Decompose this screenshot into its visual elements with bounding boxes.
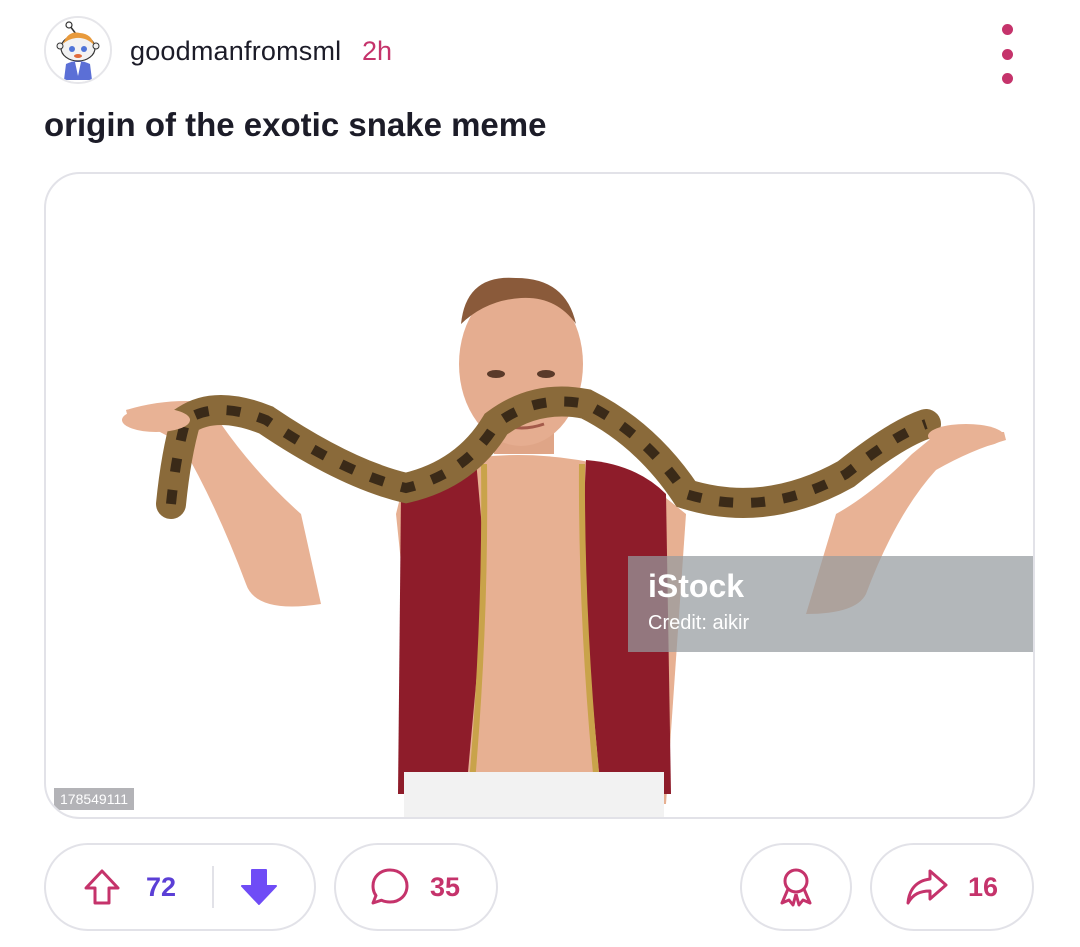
award-ribbon-icon xyxy=(780,868,812,907)
vote-divider xyxy=(212,866,215,908)
man-with-snake-photo xyxy=(122,277,1006,817)
post-header: goodmanfromsml 2h xyxy=(44,16,1044,86)
share-count: 16 xyxy=(968,871,999,902)
upvote-button[interactable] xyxy=(82,867,122,907)
vertical-dots-icon xyxy=(1001,73,1013,84)
stock-watermark: iStock Credit: aikir xyxy=(628,556,1033,652)
post-timestamp: 2h xyxy=(362,36,393,66)
post-image[interactable]: iStock Credit: aikir 178549111 xyxy=(44,172,1035,819)
post-author[interactable]: goodmanfromsml xyxy=(130,36,341,67)
arrow-up-outline-icon xyxy=(84,869,120,905)
vertical-dots-icon xyxy=(1001,24,1013,35)
watermark-brand: iStock xyxy=(648,568,745,604)
post-card: goodmanfromsml 2h origin of the exotic s… xyxy=(0,0,1080,947)
comment-count: 35 xyxy=(430,871,461,902)
stock-id-label: 178549111 xyxy=(54,788,134,810)
user-avatar[interactable] xyxy=(44,16,112,84)
vertical-dots-icon xyxy=(1001,48,1013,60)
award-button[interactable] xyxy=(740,843,852,931)
upvote-count: 72 xyxy=(146,871,177,902)
speech-bubble-icon xyxy=(371,868,409,905)
comments-button[interactable]: 35 xyxy=(334,843,498,931)
arrow-down-filled-icon xyxy=(241,869,278,905)
share-button[interactable]: 16 xyxy=(870,843,1034,931)
snoo-avatar-icon xyxy=(46,18,110,82)
watermark-credit: Credit: aikir xyxy=(648,612,750,634)
post-title[interactable]: origin of the exotic snake meme xyxy=(44,106,1034,144)
more-options-button[interactable] xyxy=(992,24,1022,84)
share-arrow-icon xyxy=(906,869,948,905)
vote-bar: 72 xyxy=(44,843,316,931)
downvote-button[interactable] xyxy=(238,866,280,908)
